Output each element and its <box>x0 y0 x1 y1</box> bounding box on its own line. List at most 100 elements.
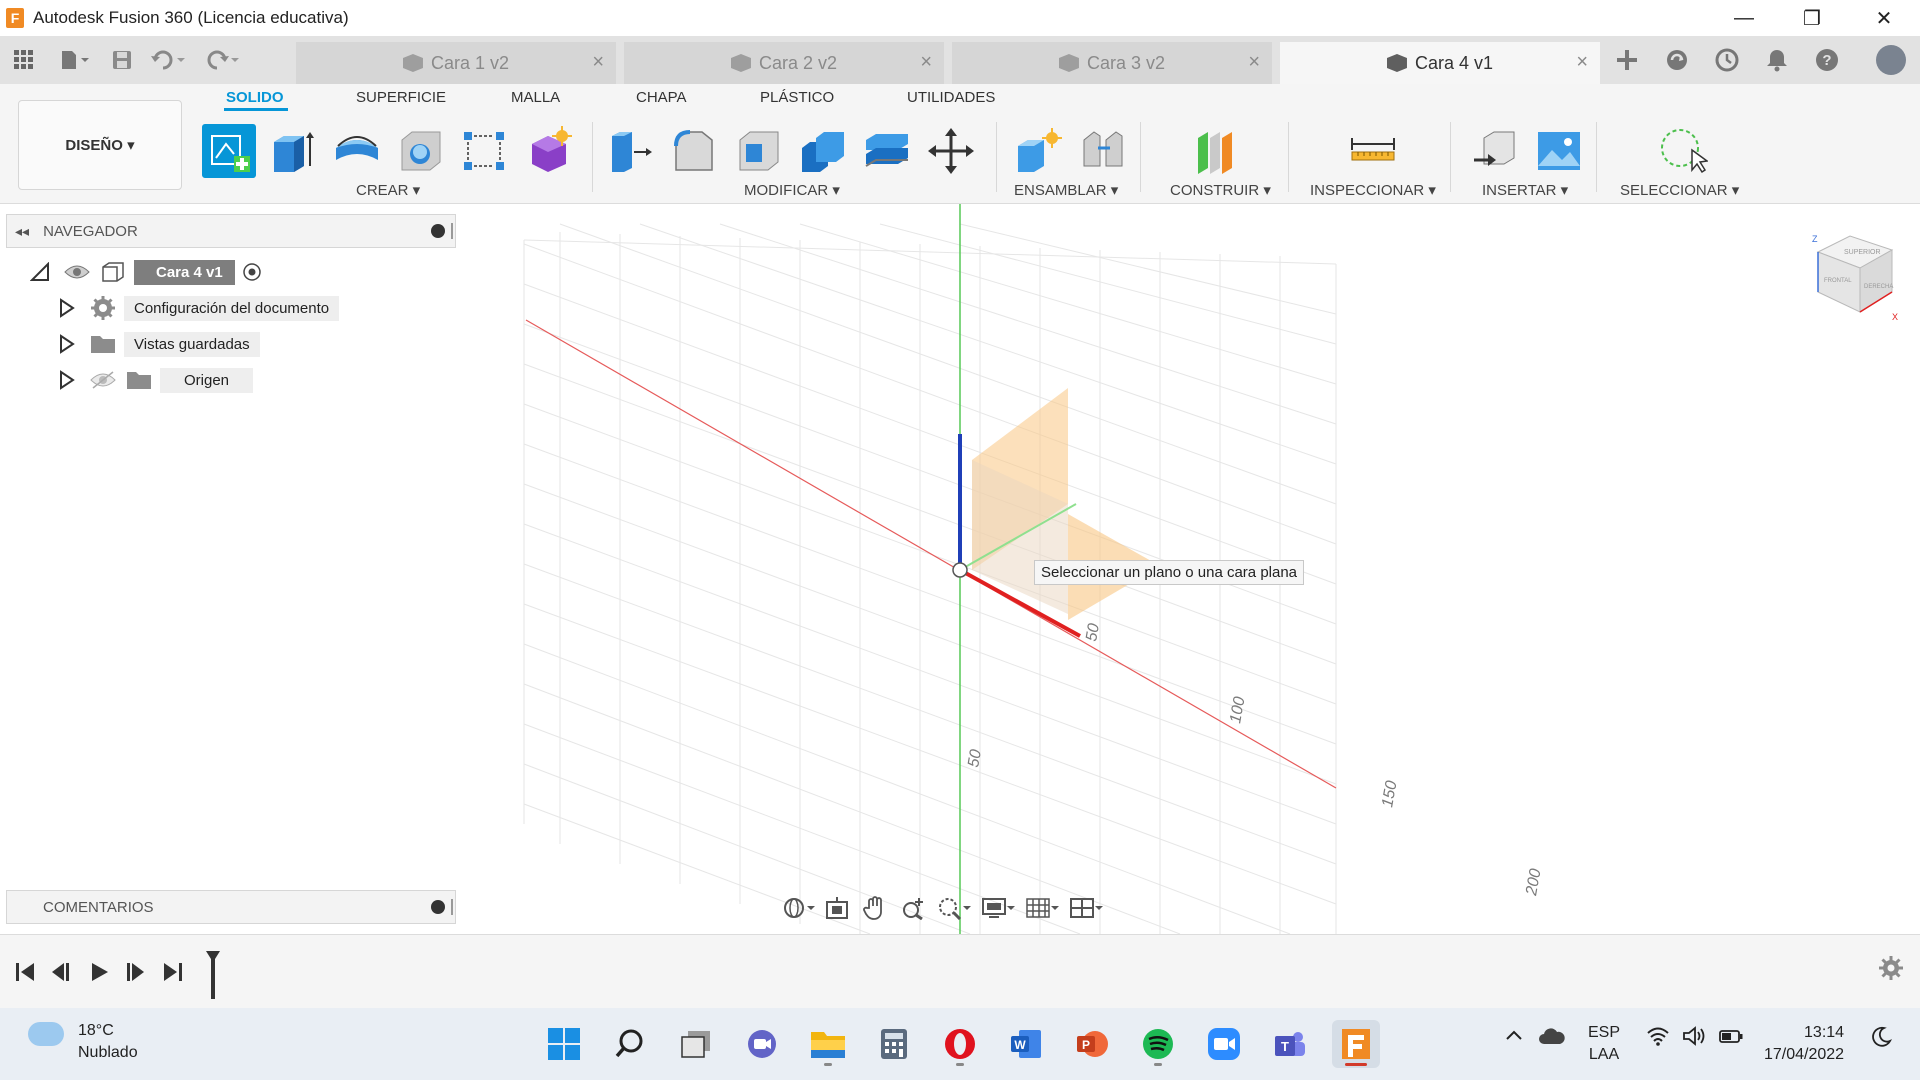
tab-utilidades[interactable]: UTILIDADES <box>907 89 995 106</box>
browser-root-label[interactable]: Cara 4 v1 <box>134 259 235 285</box>
word-icon[interactable]: W <box>1002 1020 1050 1068</box>
user-avatar[interactable] <box>1876 45 1906 75</box>
close-tab-icon[interactable]: × <box>1576 51 1588 74</box>
task-view-icon[interactable] <box>672 1020 720 1068</box>
browser-item-label[interactable]: Configuración del documento <box>124 295 340 321</box>
shell-icon[interactable] <box>732 124 786 178</box>
tab-chapa[interactable]: CHAPA <box>636 89 687 106</box>
tab-solido[interactable]: SOLIDO <box>226 89 284 106</box>
workspace-selector[interactable]: DISEÑO ▾ <box>18 100 182 190</box>
insert-canvas-icon[interactable] <box>1532 124 1586 178</box>
tab-plastico[interactable]: PLÁSTICO <box>760 89 834 106</box>
revolve-icon[interactable] <box>330 124 384 178</box>
extrude-icon[interactable] <box>266 124 320 178</box>
close-tab-icon[interactable]: × <box>920 51 932 74</box>
help-icon[interactable]: ? <box>1804 36 1850 84</box>
battery-icon[interactable] <box>1718 1026 1744 1051</box>
fusion-360-taskbar-icon[interactable] <box>1332 1020 1380 1068</box>
collapse-triangle-icon[interactable] <box>30 262 50 282</box>
redo-icon[interactable] <box>196 36 250 84</box>
offset-plane-icon[interactable] <box>1190 124 1244 178</box>
online-status-icon[interactable] <box>1654 36 1700 84</box>
fillet-icon[interactable] <box>668 124 722 178</box>
pin-icon[interactable] <box>431 224 445 238</box>
timeline-settings-gear-icon[interactable] <box>1878 955 1904 988</box>
zoom-icon[interactable] <box>894 891 932 925</box>
viewcube-right-label[interactable]: DERECHA <box>1864 284 1893 290</box>
activate-radio-icon[interactable] <box>241 261 263 283</box>
play-icon[interactable] <box>82 955 116 989</box>
notification-moon-icon[interactable] <box>1870 1026 1893 1053</box>
wifi-icon[interactable] <box>1646 1026 1670 1051</box>
zoom-app-icon[interactable] <box>1200 1020 1248 1068</box>
insert-derive-icon[interactable] <box>1468 124 1522 178</box>
hole-icon[interactable] <box>394 124 448 178</box>
calculator-icon[interactable] <box>870 1020 918 1068</box>
job-status-icon[interactable] <box>1704 36 1750 84</box>
move-icon[interactable] <box>924 124 978 178</box>
step-forward-icon[interactable] <box>118 955 152 989</box>
viewcube-top-label[interactable]: SUPERIOR <box>1844 249 1881 256</box>
eye-icon[interactable] <box>64 263 90 281</box>
offset-face-icon[interactable] <box>860 124 914 178</box>
go-to-end-icon[interactable] <box>156 955 190 989</box>
tab-cara-2[interactable]: Cara 2 v2 × <box>624 42 944 84</box>
onedrive-cloud-icon[interactable] <box>1538 1026 1566 1051</box>
viewcube[interactable]: Z X SUPERIOR FRONTAL DERECHA <box>1808 230 1900 322</box>
orbit-icon[interactable] <box>780 891 818 925</box>
tab-malla[interactable]: MALLA <box>511 89 560 106</box>
timeline-marker[interactable] <box>206 951 220 999</box>
input-language-indicator[interactable]: ESP LAA <box>1588 1022 1620 1066</box>
zoom-window-icon[interactable] <box>932 891 976 925</box>
restore-button[interactable]: ❐ <box>1784 0 1840 36</box>
look-at-icon[interactable] <box>818 891 856 925</box>
viewports-icon[interactable] <box>1064 891 1108 925</box>
add-comment-icon[interactable] <box>431 900 445 914</box>
browser-root-row[interactable]: Cara 4 v1 <box>30 258 263 286</box>
tab-cara-4[interactable]: Cara 4 v1 × <box>1280 42 1600 84</box>
browser-item-label[interactable]: Origen <box>160 367 254 393</box>
new-component-icon[interactable] <box>1010 124 1064 178</box>
spotify-icon[interactable] <box>1134 1020 1182 1068</box>
browser-item-saved-views[interactable]: Vistas guardadas <box>58 330 260 358</box>
browser-item-settings[interactable]: Configuración del documento <box>58 294 340 322</box>
panel-grip-handle[interactable] <box>451 899 453 915</box>
measure-icon[interactable] <box>1346 124 1400 178</box>
notifications-bell-icon[interactable] <box>1754 36 1800 84</box>
group-inspeccionar[interactable]: INSPECCIONAR ▾ <box>1310 181 1436 199</box>
show-hidden-icons-chevron-icon[interactable] <box>1504 1026 1524 1051</box>
expand-triangle-icon[interactable] <box>58 298 76 318</box>
volume-icon[interactable] <box>1682 1026 1706 1051</box>
close-tab-icon[interactable]: × <box>592 51 604 74</box>
search-icon[interactable] <box>606 1020 654 1068</box>
apps-grid-icon[interactable] <box>0 36 48 84</box>
minimize-button[interactable]: — <box>1716 0 1772 36</box>
tab-cara-3[interactable]: Cara 3 v2 × <box>952 42 1272 84</box>
close-tab-icon[interactable]: × <box>1248 51 1260 74</box>
pan-hand-icon[interactable] <box>856 891 894 925</box>
close-button[interactable]: ✕ <box>1856 0 1912 36</box>
file-explorer-icon[interactable] <box>804 1020 852 1068</box>
tab-cara-1[interactable]: Cara 1 v2 × <box>296 42 616 84</box>
powerpoint-icon[interactable]: P <box>1068 1020 1116 1068</box>
group-insertar[interactable]: INSERTAR ▾ <box>1482 181 1568 199</box>
origin-point[interactable] <box>952 562 968 578</box>
system-clock[interactable]: 13:14 17/04/2022 <box>1764 1022 1844 1066</box>
browser-item-label[interactable]: Vistas guardadas <box>124 331 260 357</box>
file-menu-icon[interactable] <box>48 36 102 84</box>
create-sketch-icon[interactable] <box>202 124 256 178</box>
step-back-icon[interactable] <box>44 955 78 989</box>
expand-triangle-icon[interactable] <box>58 334 76 354</box>
group-construir[interactable]: CONSTRUIR ▾ <box>1170 181 1271 199</box>
form-icon[interactable] <box>522 124 576 178</box>
pattern-icon[interactable] <box>458 124 512 178</box>
new-tab-icon[interactable] <box>1604 36 1650 84</box>
start-windows-icon[interactable] <box>540 1020 588 1068</box>
expand-triangle-icon[interactable] <box>58 370 76 390</box>
grid-settings-icon[interactable] <box>1020 891 1064 925</box>
teams-chat-icon[interactable] <box>738 1020 786 1068</box>
undo-icon[interactable] <box>142 36 196 84</box>
press-pull-icon[interactable] <box>604 124 658 178</box>
opera-browser-icon[interactable] <box>936 1020 984 1068</box>
collapse-navigator-icon[interactable]: ◂◂ <box>15 223 29 240</box>
